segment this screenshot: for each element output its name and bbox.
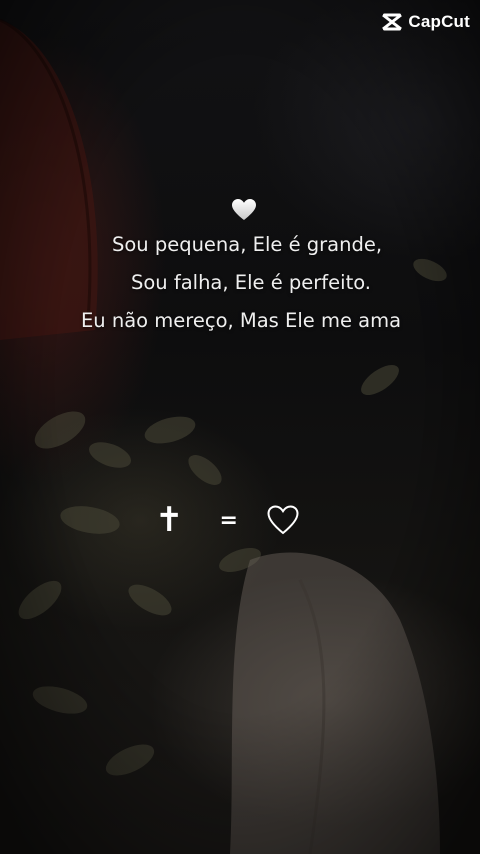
cross-equals-heart: ✝ = [155,500,300,540]
white-heart-emoji-icon [232,199,256,220]
capcut-brand-label: CapCut [408,12,470,31]
quote-line-2: Sou falha, Ele é perfeito. [130,271,372,294]
video-frame: CapCut Sou pequena, Ele é grande, Sou fa… [0,0,480,854]
cross-icon: ✝ [155,500,184,540]
quote-line-1: Sou pequena, Ele é grande, [111,233,383,256]
heart-row [0,194,480,226]
capcut-logo-icon [382,13,403,31]
capcut-watermark: CapCut [381,12,470,32]
equals-sign: = [219,507,238,533]
background-scene [0,0,480,854]
quote-line-3: Eu não mereço, Mas Ele me ama [80,309,402,332]
quote-text-block: Sou pequena, Ele é grande, Sou falha, El… [0,194,480,340]
outline-heart-icon [267,505,299,535]
